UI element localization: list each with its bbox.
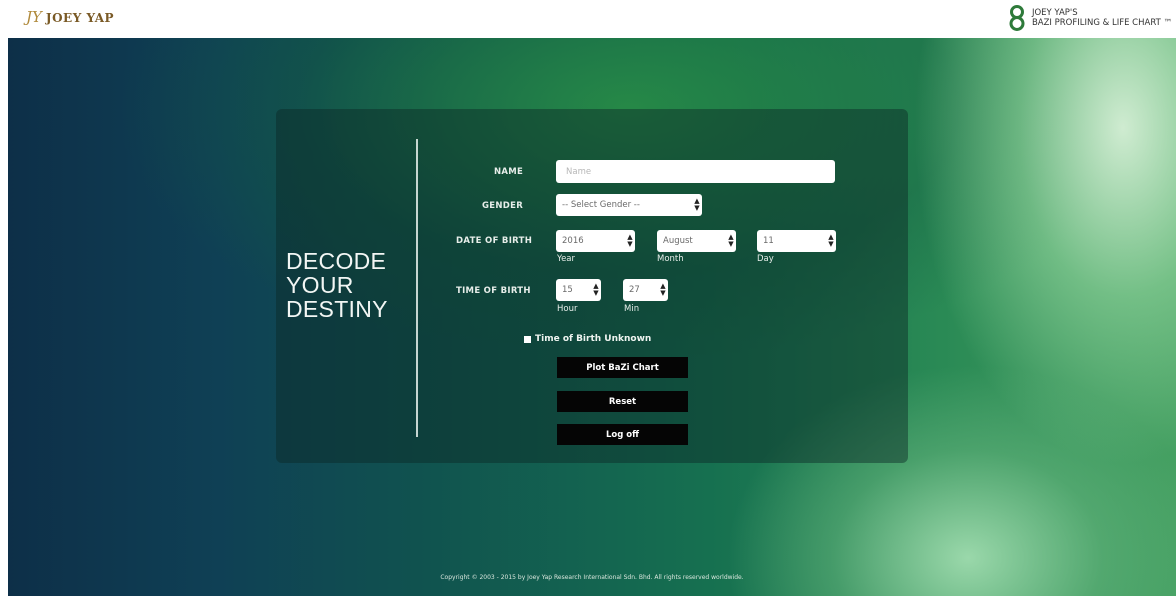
time-unknown-checkbox[interactable] bbox=[524, 336, 531, 343]
minute-select[interactable]: 27 ▲ ▼ bbox=[623, 279, 668, 301]
updown-arrow-icon: ▲ ▼ bbox=[728, 233, 734, 248]
day-caption: Day bbox=[757, 254, 774, 264]
joey-yap-monogram-icon: JY bbox=[26, 8, 42, 26]
time-unknown-label[interactable]: Time of Birth Unknown bbox=[535, 334, 651, 344]
updown-arrow-icon: ▲ ▼ bbox=[660, 282, 666, 297]
name-label: NAME bbox=[494, 167, 524, 177]
reset-button[interactable]: Reset bbox=[557, 391, 688, 412]
joey-yap-logo[interactable]: JY JOEY YAP bbox=[26, 10, 114, 25]
minute-select-value: 27 bbox=[629, 285, 640, 295]
gender-select-value: -- Select Gender -- bbox=[562, 200, 640, 210]
hour-caption: Hour bbox=[557, 304, 578, 314]
top-header: JY JOEY YAP JOEY YAP'S BAZI PROFILING & … bbox=[0, 0, 1176, 38]
year-caption: Year bbox=[557, 254, 575, 264]
minute-caption: Min bbox=[624, 304, 640, 314]
day-select-value: 11 bbox=[763, 236, 774, 246]
year-select-value: 2016 bbox=[562, 236, 584, 246]
bazi-logo-line2: BAZI PROFILING & LIFE CHART ™ bbox=[1031, 18, 1172, 28]
bazi-form-panel: DECODE YOUR DESTINY NAME GENDER -- Selec… bbox=[276, 109, 908, 463]
bazi-profiling-logo[interactable]: JOEY YAP'S BAZI PROFILING & LIFE CHART ™ bbox=[1005, 5, 1172, 31]
month-select-value: August bbox=[663, 236, 693, 246]
hero-background: DECODE YOUR DESTINY NAME GENDER -- Selec… bbox=[8, 38, 1176, 596]
time-of-birth-label: TIME OF BIRTH bbox=[456, 286, 531, 296]
log-off-button[interactable]: Log off bbox=[557, 424, 688, 445]
bazi-logo-icon bbox=[1009, 5, 1025, 31]
headline-line-3: DESTINY bbox=[286, 296, 388, 322]
headline-line-2: YOUR bbox=[286, 272, 354, 298]
plot-bazi-chart-button[interactable]: Plot BaZi Chart bbox=[557, 357, 688, 378]
joey-yap-wordmark: JOEY YAP bbox=[45, 10, 115, 25]
hour-select-value: 15 bbox=[562, 285, 573, 295]
headline-line-1: DECODE bbox=[286, 248, 387, 274]
month-select[interactable]: August ▲ ▼ bbox=[657, 230, 736, 252]
gender-label: GENDER bbox=[482, 201, 524, 211]
footer-copyright: Copyright © 2003 - 2015 by Joey Yap Rese… bbox=[440, 574, 744, 581]
vertical-divider bbox=[416, 139, 418, 437]
date-of-birth-label: DATE OF BIRTH bbox=[456, 236, 533, 246]
bazi-logo-text: JOEY YAP'S BAZI PROFILING & LIFE CHART ™ bbox=[1032, 8, 1172, 28]
updown-arrow-icon: ▲ ▼ bbox=[593, 282, 599, 297]
decode-your-destiny-headline: DECODE YOUR DESTINY bbox=[286, 249, 388, 321]
gender-select[interactable]: -- Select Gender -- ▲ ▼ bbox=[556, 194, 702, 216]
year-select[interactable]: 2016 ▲ ▼ bbox=[556, 230, 635, 252]
updown-arrow-icon: ▲ ▼ bbox=[694, 197, 700, 212]
name-input[interactable] bbox=[556, 160, 835, 183]
hour-select[interactable]: 15 ▲ ▼ bbox=[556, 279, 601, 301]
bazi-logo-line1: JOEY YAP'S bbox=[1031, 8, 1078, 18]
month-caption: Month bbox=[657, 254, 684, 264]
updown-arrow-icon: ▲ ▼ bbox=[627, 233, 633, 248]
day-select[interactable]: 11 ▲ ▼ bbox=[757, 230, 836, 252]
updown-arrow-icon: ▲ ▼ bbox=[828, 233, 834, 248]
